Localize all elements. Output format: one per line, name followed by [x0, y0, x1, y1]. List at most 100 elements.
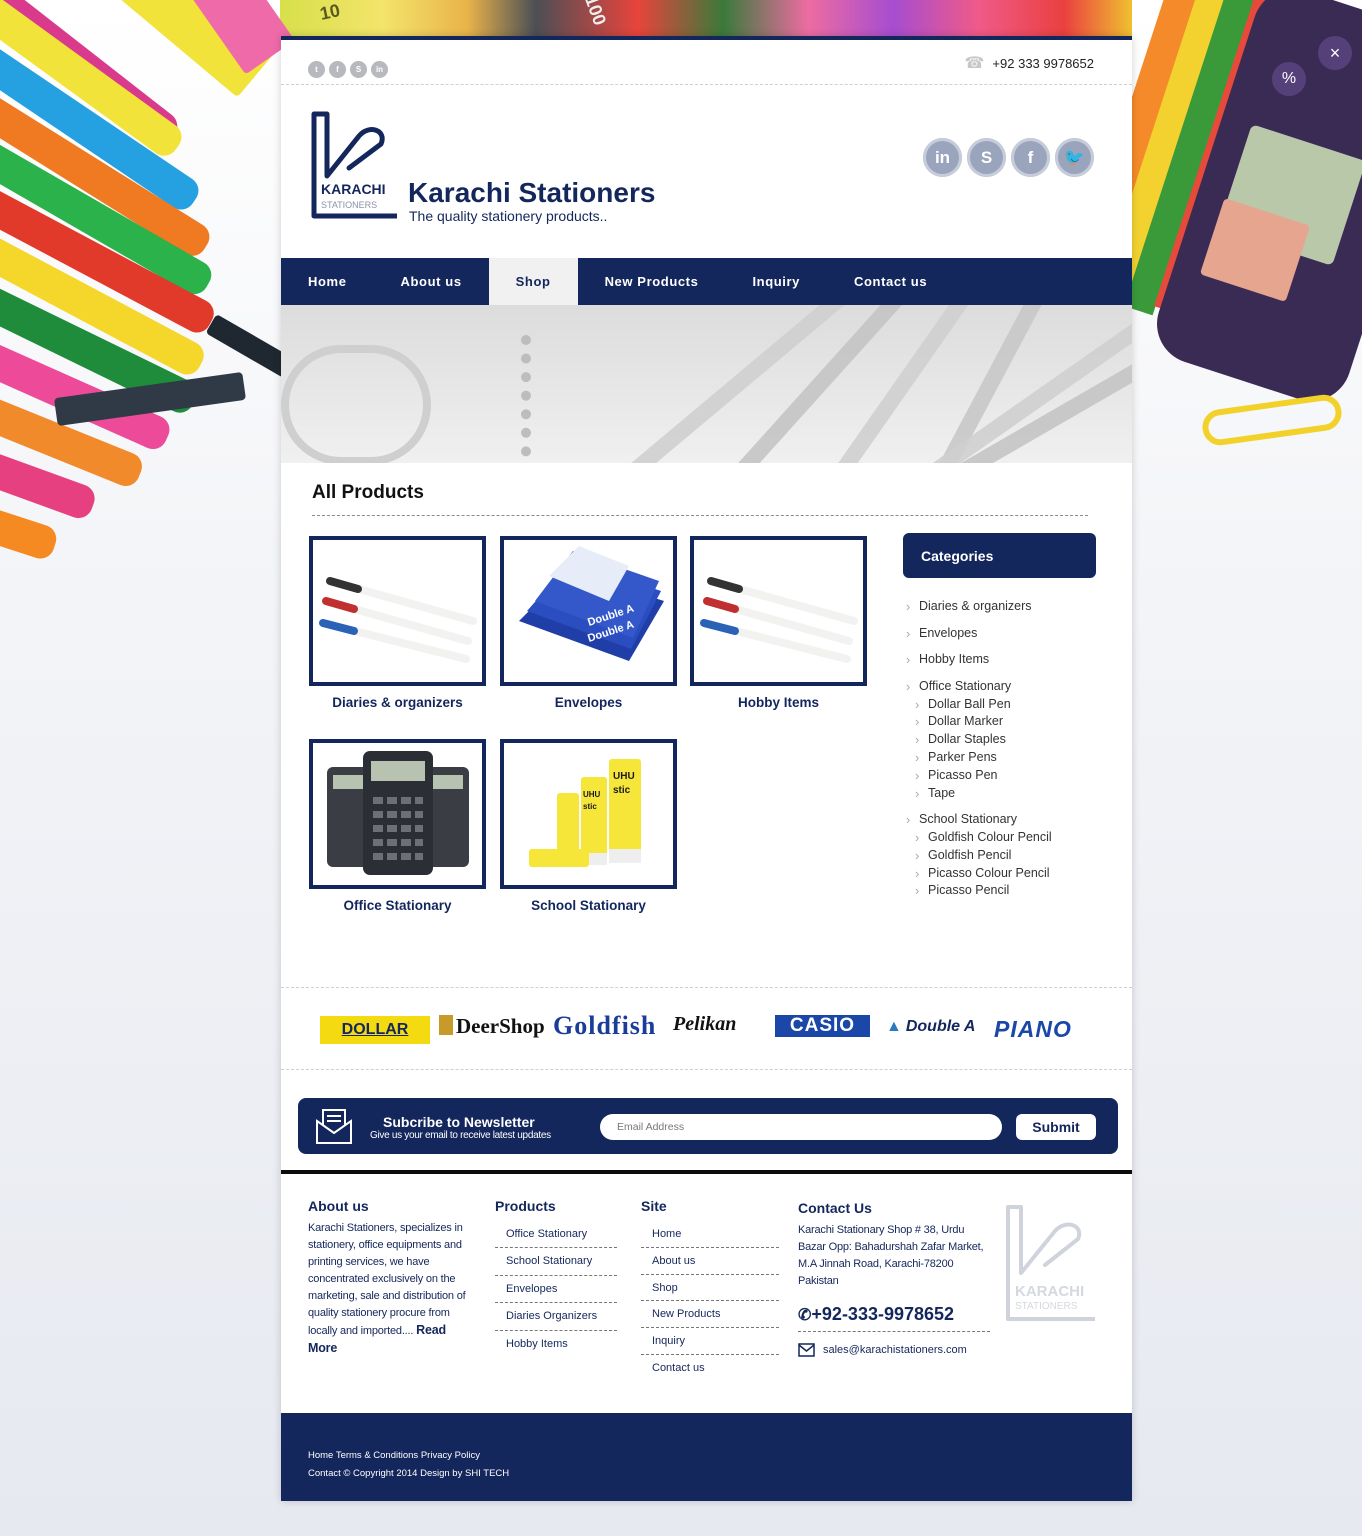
main-nav: Home About us Shop New Products Inquiry … — [281, 258, 1132, 305]
category-item[interactable]: Envelopes — [906, 625, 1052, 643]
footer-products-list: Office Stationary School Stationary Enve… — [495, 1221, 617, 1358]
copyright-line: Contact © Copyright 2014 Design by SHI T… — [308, 1468, 509, 1479]
all-products-title: All Products — [312, 482, 424, 503]
nav-shop[interactable]: Shop — [488, 258, 578, 305]
svg-text:UHU: UHU — [613, 771, 635, 782]
email-field[interactable] — [600, 1114, 1002, 1140]
nav-inquiry[interactable]: Inquiry — [725, 258, 827, 305]
nav-about-us[interactable]: About us — [374, 258, 489, 305]
product-image[interactable]: Double A Double A — [500, 536, 677, 686]
product-label[interactable]: School Stationary — [500, 898, 677, 913]
pencils-calculator-decoration: % × — [1122, 0, 1362, 460]
brand-casio-text: CASIO — [789, 1015, 856, 1036]
footer-site-list: Home About us Shop New Products Inquiry … — [641, 1221, 779, 1382]
facebook-icon[interactable]: f — [329, 61, 346, 78]
nav-home[interactable]: Home — [281, 258, 374, 305]
brand-piano[interactable]: PIANO — [994, 1016, 1072, 1043]
subcategory-item[interactable]: Goldfish Colour Pencil — [906, 829, 1052, 847]
product-image[interactable] — [690, 536, 867, 686]
category-item[interactable]: Diaries & organizers — [906, 598, 1052, 616]
footer-site-link[interactable]: Shop — [641, 1275, 779, 1302]
phone-icon: ✆ — [798, 1307, 812, 1324]
newsletter-title: Subcribe to Newsletter — [383, 1114, 535, 1130]
products-divider — [312, 515, 1088, 516]
skype-icon[interactable]: S — [350, 61, 367, 78]
envelope-icon — [316, 1109, 352, 1144]
bottom-link-privacy[interactable]: Privacy Policy — [421, 1450, 480, 1461]
footer-site-link[interactable]: Inquiry — [641, 1328, 779, 1355]
product-label[interactable]: Hobby Items — [690, 695, 867, 710]
brand-double-a-text: Double A — [905, 1018, 976, 1035]
product-image[interactable] — [309, 536, 486, 686]
product-card[interactable]: Diaries & organizers — [309, 536, 486, 710]
twitter-icon[interactable]: t — [308, 61, 325, 78]
brand-double-a[interactable]: ▲ Double A — [886, 1018, 975, 1036]
footer-logo[interactable]: KARACHI STATIONERS — [1003, 1199, 1099, 1327]
product-label[interactable]: Diaries & organizers — [309, 695, 486, 710]
subcategory-item[interactable]: Picasso Colour Pencil — [906, 865, 1052, 883]
contact-phone-number: +92-333-9978652 — [811, 1304, 955, 1324]
categories-header: Categories — [903, 533, 1096, 578]
footer-about-title: About us — [308, 1198, 369, 1214]
brand-dollar-text: DOLLAR — [341, 1021, 409, 1038]
subcategory-item[interactable]: Picasso Pencil — [906, 882, 1052, 900]
submit-button[interactable]: Submit — [1016, 1114, 1096, 1140]
contact-email-link[interactable]: sales@karachistationers.com — [823, 1344, 967, 1356]
footer-site-link[interactable]: About us — [641, 1248, 779, 1275]
footer-product-link[interactable]: School Stationary — [495, 1248, 617, 1276]
page-container: t f S in ☎ +92 333 9978652 KARACHI STATI… — [281, 36, 1132, 1501]
about-paragraph: Karachi Stationers, specializes in stati… — [308, 1222, 466, 1337]
bottom-link-contact[interactable]: Contact — [308, 1468, 341, 1479]
product-image[interactable]: UHU stic UHU stic — [500, 739, 677, 889]
subcategory-item[interactable]: Tape — [906, 785, 1052, 803]
top-accent-line — [281, 36, 1132, 40]
logo-text: KARACHI — [321, 181, 386, 197]
contact-email: sales@karachistationers.com — [798, 1343, 967, 1357]
brand-dollar[interactable]: DOLLAR — [320, 1016, 430, 1044]
newsletter-subtitle: Give us your email to receive latest upd… — [370, 1130, 551, 1141]
site-logo[interactable]: KARACHI STATIONERS — [309, 106, 399, 224]
brand-goldfish[interactable]: Goldfish — [553, 1011, 656, 1041]
svg-text:stic: stic — [613, 785, 631, 796]
subcategory-item[interactable]: Dollar Marker — [906, 713, 1052, 731]
nav-contact-us[interactable]: Contact us — [827, 258, 954, 305]
footer-logo-sub-text: STATIONERS — [1015, 1301, 1078, 1312]
subcategory-item[interactable]: Dollar Ball Pen — [906, 696, 1052, 714]
linkedin-icon[interactable]: in — [371, 61, 388, 78]
twitter-icon[interactable]: 🐦 — [1055, 138, 1094, 177]
subcategory-item[interactable]: Parker Pens — [906, 749, 1052, 767]
product-label[interactable]: Office Stationary — [309, 898, 486, 913]
subcategory-item[interactable]: Dollar Staples — [906, 731, 1052, 749]
footer-about-text: Karachi Stationers, specializes in stati… — [308, 1220, 468, 1358]
nav-new-products[interactable]: New Products — [578, 258, 726, 305]
footer-product-link[interactable]: Envelopes — [495, 1276, 617, 1304]
bottom-link-terms[interactable]: Terms & Conditions — [336, 1450, 418, 1461]
product-card[interactable]: Hobby Items — [690, 536, 867, 710]
category-item[interactable]: School Stationary — [906, 811, 1052, 829]
footer-product-link[interactable]: Diaries Organizers — [495, 1303, 617, 1331]
brand-pelikan[interactable]: Pelikan — [673, 1013, 736, 1036]
product-card[interactable]: UHU stic UHU stic School Stationary — [500, 739, 677, 913]
brand-casio[interactable]: CASIO — [775, 1015, 870, 1037]
footer-product-link[interactable]: Office Stationary — [495, 1221, 617, 1249]
bottom-link-home[interactable]: Home — [308, 1450, 333, 1461]
product-image[interactable] — [309, 739, 486, 889]
linkedin-icon[interactable]: in — [923, 138, 962, 177]
product-card[interactable]: Office Stationary — [309, 739, 486, 913]
footer-site-link[interactable]: Home — [641, 1221, 779, 1248]
footer-products-title: Products — [495, 1198, 556, 1214]
site-tagline: The quality stationery products.. — [409, 208, 608, 224]
subcategory-item[interactable]: Goldfish Pencil — [906, 847, 1052, 865]
subcategory-item[interactable]: Picasso Pen — [906, 767, 1052, 785]
brand-deershop[interactable]: DeerShop — [439, 1014, 545, 1039]
category-item[interactable]: Office Stationary — [906, 678, 1052, 696]
skype-icon[interactable]: S — [967, 138, 1006, 177]
product-card[interactable]: Double A Double A Envelopes — [500, 536, 677, 710]
footer-site-link[interactable]: New Products — [641, 1301, 779, 1329]
footer-product-link[interactable]: Hobby Items — [495, 1331, 617, 1358]
footer-logo-text: KARACHI — [1015, 1283, 1084, 1300]
footer-site-link[interactable]: Contact us — [641, 1355, 779, 1382]
category-item[interactable]: Hobby Items — [906, 651, 1052, 669]
facebook-icon[interactable]: f — [1011, 138, 1050, 177]
product-label[interactable]: Envelopes — [500, 695, 677, 710]
